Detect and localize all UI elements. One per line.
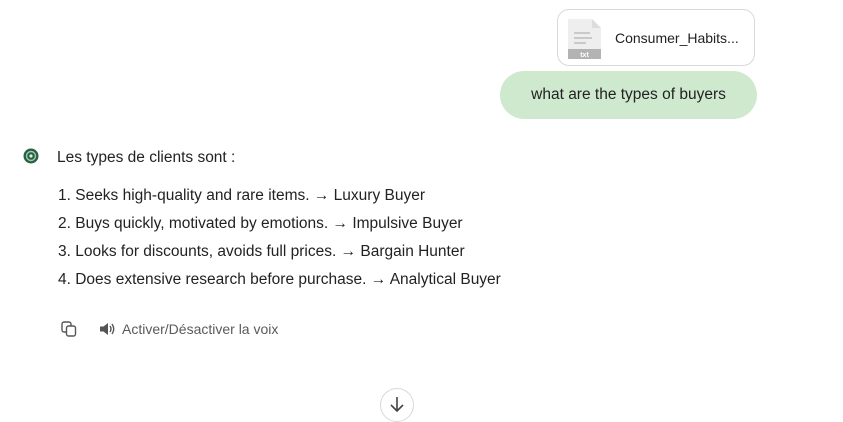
attachment-file-name: Consumer_Habits... <box>615 30 739 46</box>
list-item: 4. Does extensive research before purcha… <box>58 271 501 288</box>
list-item: 2. Buys quickly, motivated by emotions. … <box>58 215 463 232</box>
list-item: 3. Looks for discounts, avoids full pric… <box>58 243 465 260</box>
scroll-down-button[interactable] <box>380 388 414 422</box>
text-file-icon: txt <box>568 19 601 59</box>
file-type-label: txt <box>580 52 589 59</box>
arrow-down-icon <box>390 397 404 413</box>
assistant-intro: Les types de clients sont : <box>57 149 236 166</box>
speaker-icon <box>100 323 115 335</box>
toggle-voice-label: Activer/Désactiver la voix <box>122 321 279 337</box>
list-item: 1. Seeks high-quality and rare items. → … <box>58 187 426 204</box>
copy-icon[interactable] <box>60 320 78 338</box>
user-message-bubble: what are the types of buyers <box>500 71 757 119</box>
toggle-voice-button[interactable]: Activer/Désactiver la voix <box>99 321 278 337</box>
attachment-card[interactable]: txt Consumer_Habits... <box>557 9 755 66</box>
message-actions: Activer/Désactiver la voix <box>60 319 278 339</box>
bot-avatar-icon <box>23 148 39 164</box>
user-message-text: what are the types of buyers <box>531 86 726 103</box>
assistant-answer-list: 1. Seeks high-quality and rare items. → … <box>58 186 501 298</box>
